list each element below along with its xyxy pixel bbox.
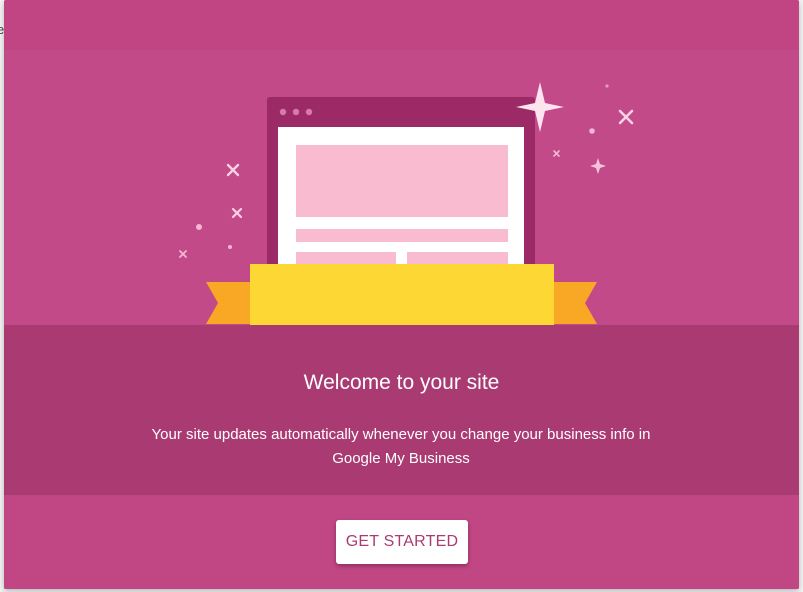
- ribbon-tail-right: [553, 282, 597, 324]
- content-line-placeholder: [296, 229, 508, 242]
- sparkle-icon: [226, 163, 240, 177]
- content-block-left: [296, 252, 396, 266]
- sparkle-dot: [605, 84, 609, 88]
- hero-image-placeholder: [296, 145, 508, 217]
- sparkle-dot: [228, 245, 232, 249]
- dialog-footer: GET STARTED: [4, 495, 799, 589]
- ribbon-banner: [250, 264, 554, 325]
- dialog-title: Welcome to your site: [303, 371, 500, 394]
- website-browser-illustration: [179, 82, 634, 325]
- welcome-dialog: Welcome to your site Your site updates a…: [4, 0, 799, 589]
- hero-illustration-area: [4, 50, 799, 325]
- browser-dot-2: [292, 108, 300, 116]
- welcome-text-panel: Welcome to your site Your site updates a…: [4, 325, 799, 495]
- dialog-description: Your site updates automatically whenever…: [151, 426, 651, 467]
- browser-dot-1: [279, 108, 287, 116]
- sparkle-icon: [618, 109, 634, 125]
- sparkle-icon: [231, 207, 243, 219]
- content-block-right: [407, 252, 508, 266]
- browser-dot-3: [305, 108, 313, 116]
- sparkle-icon: [590, 158, 606, 174]
- ribbon-tail-left: [206, 282, 250, 324]
- get-started-button[interactable]: GET STARTED: [336, 520, 468, 564]
- dialog-top-band: [4, 0, 799, 50]
- sparkle-dot: [589, 128, 595, 134]
- sparkle-icon: [553, 150, 560, 157]
- sparkle-dot: [196, 224, 202, 230]
- sparkle-icon: [179, 250, 187, 258]
